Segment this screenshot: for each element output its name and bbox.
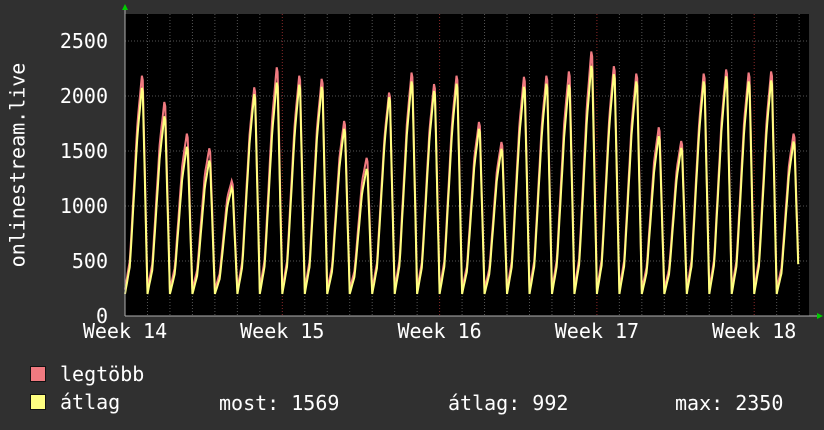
stat-current: most: 1569 [219,391,340,415]
x-tick-label: Week 17 [555,319,639,343]
y-tick-label: 2500 [60,29,108,53]
stat-average: átlag: 992 [448,391,569,415]
legend-swatch-legtobb [30,366,46,382]
legend-swatch-atlag [30,394,46,410]
y-axis-arrow [122,4,128,10]
y-tick-label: 2000 [60,84,108,108]
y-tick-label: 1000 [60,194,108,218]
x-axis-arrow [817,313,823,319]
y-axis-title: onlinestream.live [6,63,30,268]
x-tick-label: Week 18 [712,319,796,343]
x-tick-label: Week 14 [83,319,167,343]
x-tick-label: Week 16 [397,319,481,343]
x-tick-label: Week 15 [240,319,324,343]
y-tick-label: 1500 [60,139,108,163]
legend-item-legtobb: legtöbb [30,362,145,386]
y-tick-label: 500 [72,249,108,273]
legend-label-legtobb: legtöbb [60,362,145,386]
legend-label-atlag: átlag [60,390,121,414]
y-tick-labels: 05001000150020002500 [60,29,108,328]
x-tick-labels: Week 14 Week 15 Week 16 Week 17 Week 18 [83,319,796,343]
stat-maximum: max: 2350 [675,391,784,415]
legend-item-atlag: átlag [30,390,121,414]
